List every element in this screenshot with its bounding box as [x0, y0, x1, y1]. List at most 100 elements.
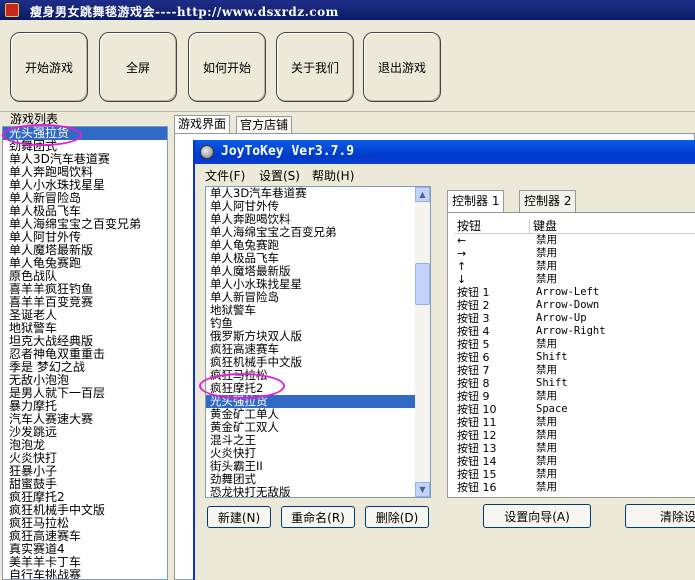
- mapping-row[interactable]: ← 禁用: [454, 234, 695, 247]
- game-list-item[interactable]: 光头强拉货: [3, 127, 167, 140]
- game-list-item[interactable]: 坦克大战经典版: [3, 335, 167, 348]
- exit-game-button[interactable]: 退出游戏: [363, 32, 441, 102]
- game-list-item[interactable]: 泡泡龙: [3, 439, 167, 452]
- mapping-row[interactable]: 按钮 6 Shift: [454, 351, 695, 364]
- mapping-row[interactable]: 按钮 15 禁用: [454, 468, 695, 481]
- scroll-down-icon[interactable]: ▼: [415, 482, 430, 497]
- game-list-item[interactable]: 疯狂马拉松: [3, 517, 167, 530]
- config-list-item[interactable]: 火炎快打: [206, 447, 416, 460]
- config-list-item[interactable]: 单人新冒险岛: [206, 291, 416, 304]
- config-list-item[interactable]: 单人龟兔赛跑: [206, 239, 416, 252]
- game-list-item[interactable]: 喜羊羊百变竞赛: [3, 296, 167, 309]
- game-list-item[interactable]: 真实赛道4: [3, 543, 167, 556]
- mapping-row[interactable]: 按钮 1 Arrow-Left: [454, 286, 695, 299]
- config-list-item[interactable]: 俄罗斯方块双人版: [206, 330, 416, 343]
- mapping-row[interactable]: 按钮 10 Space: [454, 403, 695, 416]
- config-list-item[interactable]: 疯狂摩托2: [206, 382, 416, 395]
- game-list-item[interactable]: 美羊羊卡丁车: [3, 556, 167, 569]
- game-list-item[interactable]: 自行车挑战赛: [3, 569, 167, 579]
- scroll-thumb[interactable]: [415, 263, 430, 305]
- game-list-item[interactable]: 圣诞老人: [3, 309, 167, 322]
- delete-config-button[interactable]: 删除(D): [365, 506, 429, 528]
- game-list-item[interactable]: 劲舞团式: [3, 140, 167, 153]
- mapping-row[interactable]: 按钮 14 禁用: [454, 455, 695, 468]
- config-list-item[interactable]: 疯狂马拉松: [206, 369, 416, 382]
- game-list-item[interactable]: 单人新冒险岛: [3, 192, 167, 205]
- game-list-item[interactable]: 暴力摩托: [3, 400, 167, 413]
- game-list-item[interactable]: 单人极品飞车: [3, 205, 167, 218]
- game-list-item[interactable]: 无敌小泡泡: [3, 374, 167, 387]
- config-list-item[interactable]: 黄金矿工双人: [206, 421, 416, 434]
- mapping-row[interactable]: ↓ 禁用: [454, 273, 695, 286]
- game-list-item[interactable]: 单人魔塔最新版: [3, 244, 167, 257]
- config-list-item[interactable]: 单人魔塔最新版: [206, 265, 416, 278]
- mapping-row[interactable]: 按钮 3 Arrow-Up: [454, 312, 695, 325]
- game-list-item[interactable]: 狂暴小子: [3, 465, 167, 478]
- config-list-item[interactable]: 地狱警车: [206, 304, 416, 317]
- menu-settings[interactable]: 设置(S): [259, 167, 300, 184]
- game-list-item[interactable]: 单人海绵宝宝之百变兄弟: [3, 218, 167, 231]
- game-list-item[interactable]: 火炎快打: [3, 452, 167, 465]
- tab-controller-1[interactable]: 控制器 1: [447, 190, 505, 212]
- game-list-item[interactable]: 单人阿甘外传: [3, 231, 167, 244]
- mapping-row[interactable]: 按钮 2 Arrow-Down: [454, 299, 695, 312]
- mapping-row[interactable]: ↑ 禁用: [454, 260, 695, 273]
- game-list-item[interactable]: 地狱警车: [3, 322, 167, 335]
- mapping-row[interactable]: 按钮 12 禁用: [454, 429, 695, 442]
- mapping-row[interactable]: 按钮 13 禁用: [454, 442, 695, 455]
- game-list-item[interactable]: 沙发跳远: [3, 426, 167, 439]
- config-scrollbar[interactable]: ▲ ▼: [415, 187, 430, 497]
- mapping-row[interactable]: → 禁用: [454, 247, 695, 260]
- config-list-item[interactable]: 恐龙快打无敌版: [206, 486, 416, 497]
- how-to-start-button[interactable]: 如何开始: [188, 32, 266, 102]
- game-list-item[interactable]: 喜羊羊疯狂钓鱼: [3, 283, 167, 296]
- config-list-item[interactable]: 单人阿甘外传: [206, 200, 416, 213]
- config-list[interactable]: 单人3D汽车巷道赛 单人阿甘外传 单人奔跑喝饮料 单人海绵宝宝之百变兄弟 单人龟兔赛跑单…: [205, 186, 431, 498]
- mapping-row[interactable]: 按钮 7 禁用: [454, 364, 695, 377]
- config-list-item[interactable]: 单人3D汽车巷道赛: [206, 187, 416, 200]
- game-list-item[interactable]: 原色战队: [3, 270, 167, 283]
- config-list-item[interactable]: 单人极品飞车: [206, 252, 416, 265]
- game-list-item[interactable]: 忍者神龟双重重击: [3, 348, 167, 361]
- game-list-item[interactable]: 季是 梦幻之战: [3, 361, 167, 374]
- mapping-row[interactable]: 按钮 8 Shift: [454, 377, 695, 390]
- tab-official-store[interactable]: 官方店铺: [236, 116, 293, 134]
- game-list-item[interactable]: 疯狂摩托2: [3, 491, 167, 504]
- new-config-button[interactable]: 新建(N): [207, 506, 271, 528]
- config-list-item[interactable]: 单人小水珠找星星: [206, 278, 416, 291]
- config-list-item[interactable]: 光头强拉货: [206, 395, 416, 408]
- start-game-button[interactable]: 开始游戏: [10, 32, 88, 102]
- game-list-item[interactable]: 疯狂高速赛车: [3, 530, 167, 543]
- game-list-item[interactable]: 是男人就下一百层: [3, 387, 167, 400]
- config-list-item[interactable]: 疯狂高速赛车: [206, 343, 416, 356]
- menu-help[interactable]: 帮助(H): [312, 167, 354, 184]
- config-list-item[interactable]: 黄金矿工单人: [206, 408, 416, 421]
- game-list-item[interactable]: 单人3D汽车巷道赛: [3, 153, 167, 166]
- mapping-row[interactable]: 按钮 9 禁用: [454, 390, 695, 403]
- game-list[interactable]: 光头强拉货 劲舞团式 单人3D汽车巷道赛 单人奔跑喝饮料 单人小水珠找星星 单人新冒险岛单…: [2, 126, 168, 580]
- tab-controller-2[interactable]: 控制器 2: [519, 190, 577, 212]
- mapping-row[interactable]: 按钮 4 Arrow-Right: [454, 325, 695, 338]
- scroll-up-icon[interactable]: ▲: [415, 187, 430, 202]
- game-list-item[interactable]: 甜蜜鼓手: [3, 478, 167, 491]
- config-list-item[interactable]: 钓鱼: [206, 317, 416, 330]
- mapping-row[interactable]: 按钮 11 禁用: [454, 416, 695, 429]
- menu-file[interactable]: 文件(F): [205, 167, 245, 184]
- game-list-item[interactable]: 单人龟兔赛跑: [3, 257, 167, 270]
- config-list-item[interactable]: 疯狂机械手中文版: [206, 356, 416, 369]
- game-list-item[interactable]: 汽车人赛速大赛: [3, 413, 167, 426]
- mapping-row[interactable]: 按钮 5 禁用: [454, 338, 695, 351]
- fullscreen-button[interactable]: 全屏: [99, 32, 177, 102]
- rename-config-button[interactable]: 重命名(R): [281, 506, 355, 528]
- config-list-item[interactable]: 单人奔跑喝饮料: [206, 213, 416, 226]
- mapping-row[interactable]: 按钮 16 禁用: [454, 481, 695, 494]
- game-list-item[interactable]: 单人奔跑喝饮料: [3, 166, 167, 179]
- config-list-item[interactable]: 街头霸王II: [206, 460, 416, 473]
- clear-settings-button[interactable]: 清除设: [625, 504, 695, 528]
- config-list-item[interactable]: 单人海绵宝宝之百变兄弟: [206, 226, 416, 239]
- tab-game-ui[interactable]: 游戏界面: [174, 115, 231, 135]
- game-list-item[interactable]: 疯狂机械手中文版: [3, 504, 167, 517]
- about-us-button[interactable]: 关于我们: [276, 32, 354, 102]
- game-list-item[interactable]: 单人小水珠找星星: [3, 179, 167, 192]
- config-list-item[interactable]: 混斗之王: [206, 434, 416, 447]
